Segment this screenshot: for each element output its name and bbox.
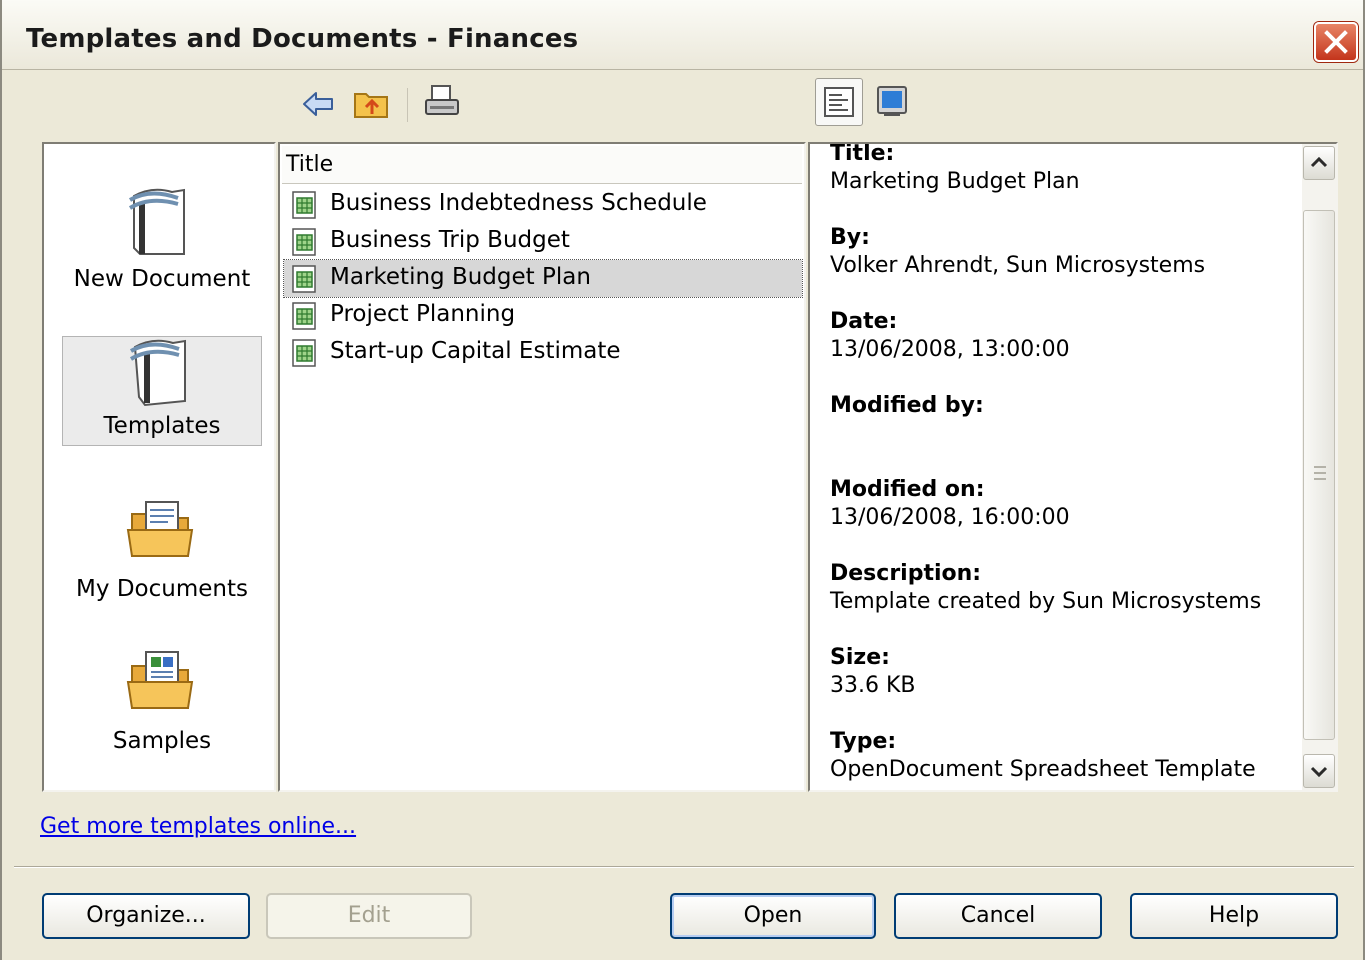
property-value: 13/06/2008, 16:00:00: [830, 505, 1070, 530]
property-modified-on: Modified on: 13/06/2008, 16:00:00: [830, 476, 1300, 560]
category-label: Templates: [103, 413, 221, 439]
property-label: Description:: [830, 561, 982, 586]
list-item[interactable]: Business Indebtedness Schedule: [284, 186, 802, 223]
category-templates[interactable]: Templates: [62, 336, 262, 446]
preview-monitor-icon: [877, 86, 907, 116]
scroll-up-button[interactable]: [1303, 146, 1335, 180]
property-value: Marketing Budget Plan: [830, 169, 1080, 194]
property-label: Size:: [830, 645, 890, 670]
title-bar: Templates and Documents - Finances: [2, 0, 1363, 70]
list-item[interactable]: Project Planning: [284, 297, 802, 334]
property-label: Date:: [830, 309, 898, 334]
file-name: Business Indebtedness Schedule: [330, 190, 707, 216]
property-value: Template created by Sun Microsystems: [830, 589, 1262, 614]
property-label: Modified by:: [830, 393, 984, 418]
printer-icon[interactable]: [422, 82, 462, 122]
scrollbar-grip-icon: [1314, 466, 1326, 480]
preview-button[interactable]: [869, 78, 917, 126]
get-more-templates-link[interactable]: Get more templates online...: [40, 814, 356, 839]
spreadsheet-template-icon: [292, 191, 316, 219]
organize-button[interactable]: Organize...: [42, 893, 250, 939]
category-label: New Document: [73, 266, 251, 292]
spreadsheet-template-icon: [292, 265, 316, 293]
spreadsheet-template-icon: [292, 228, 316, 256]
category-new-document[interactable]: New Document: [62, 182, 262, 292]
category-label: Samples: [112, 728, 212, 754]
document-properties-icon: [824, 87, 854, 117]
property-value: 13/06/2008, 13:00:00: [830, 337, 1070, 362]
my-documents-folder-icon: [126, 501, 194, 557]
open-button[interactable]: Open: [670, 893, 876, 939]
column-header-title[interactable]: Title: [282, 146, 802, 184]
properties-list: Title: Marketing Budget Plan By: Volker …: [830, 142, 1300, 790]
property-type: Type: OpenDocument Spreadsheet Template: [830, 728, 1300, 790]
category-panel: New Document Templates My Documents Samp…: [42, 142, 276, 792]
document-properties-panel: Title: Marketing Budget Plan By: Volker …: [808, 142, 1338, 792]
edit-button[interactable]: Edit: [266, 893, 472, 939]
file-name: Marketing Budget Plan: [330, 264, 591, 290]
cancel-button[interactable]: Cancel: [894, 893, 1102, 939]
list-item[interactable]: Start-up Capital Estimate: [284, 334, 802, 371]
spreadsheet-template-icon: [292, 339, 316, 367]
help-button[interactable]: Help: [1130, 893, 1338, 939]
file-name: Business Trip Budget: [330, 227, 570, 253]
list-item[interactable]: Business Trip Budget: [284, 223, 802, 260]
folder-up-icon[interactable]: [352, 84, 392, 124]
property-date: Date: 13/06/2008, 13:00:00: [830, 308, 1300, 392]
property-label: Modified on:: [830, 477, 985, 502]
chevron-up-icon: [1310, 156, 1328, 168]
category-my-documents[interactable]: My Documents: [62, 492, 262, 602]
property-value: Volker Ahrendt, Sun Microsystems: [830, 253, 1206, 278]
new-document-icon: [128, 188, 185, 255]
category-label: My Documents: [76, 576, 248, 602]
chevron-down-icon: [1310, 766, 1328, 778]
property-author: By: Volker Ahrendt, Sun Microsystems: [830, 224, 1300, 308]
file-name: Project Planning: [330, 301, 516, 327]
templates-dialog: Templates and Documents - Finances New D…: [0, 0, 1365, 960]
template-list: Title Business Indebtedness Schedule Bus…: [278, 142, 806, 792]
button-divider: [14, 866, 1354, 868]
file-name: Start-up Capital Estimate: [330, 338, 621, 364]
templates-icon: [129, 339, 186, 407]
scroll-down-button[interactable]: [1303, 754, 1335, 788]
property-label: Title:: [830, 142, 895, 166]
scrollbar-thumb[interactable]: [1303, 210, 1335, 740]
window-title: Templates and Documents - Finances: [26, 24, 579, 54]
toolbar-separator: [407, 88, 408, 122]
property-title: Title: Marketing Budget Plan: [830, 142, 1300, 224]
document-properties-button[interactable]: [815, 78, 863, 126]
property-size: Size: 33.6 KB: [830, 644, 1300, 728]
vertical-scrollbar[interactable]: [1302, 144, 1336, 790]
property-value: OpenDocument Spreadsheet Template: [830, 757, 1256, 782]
spreadsheet-template-icon: [292, 302, 316, 330]
property-modified-by: Modified by:: [830, 392, 1300, 476]
list-item-selected[interactable]: Marketing Budget Plan: [283, 259, 803, 298]
category-samples[interactable]: Samples: [62, 644, 262, 754]
property-value: 33.6 KB: [830, 673, 916, 698]
property-description: Description: Template created by Sun Mic…: [830, 560, 1300, 644]
samples-folder-icon: [126, 651, 194, 709]
close-button[interactable]: [1314, 22, 1358, 62]
property-label: By:: [830, 225, 870, 250]
back-arrow-icon[interactable]: [298, 84, 338, 124]
property-label: Type:: [830, 729, 897, 754]
close-x-icon: [1324, 30, 1348, 54]
